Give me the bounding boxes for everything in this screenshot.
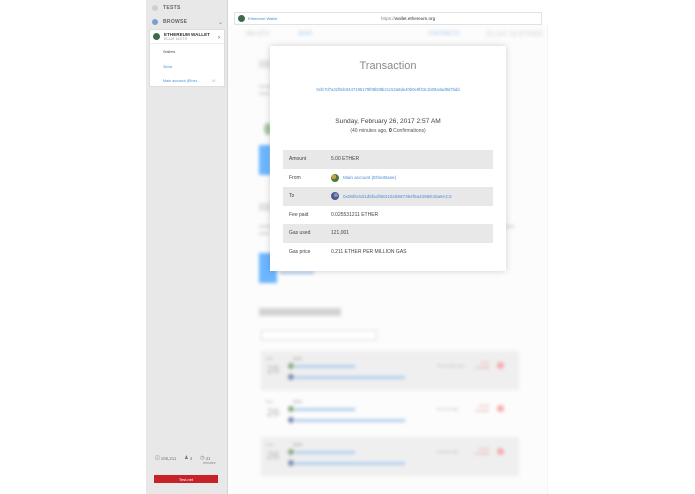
tests-label: TESTS [163, 5, 181, 11]
table-row-fee: Fee paid 0.025531211 ETHER [283, 206, 493, 225]
gas-price-label: Gas price [289, 248, 311, 255]
gas-used-label: Gas used [289, 230, 311, 237]
transaction-modal: Transaction 0xfc7d7a31f9dc9447195179f08b… [270, 46, 506, 271]
stat-peers: ◫ 106,211 [155, 455, 177, 461]
sidebar-item-wallets[interactable]: Wallets [163, 50, 175, 54]
wallet-tab-icon [238, 15, 245, 22]
modal-title: Transaction [359, 60, 417, 72]
gas-price-value: 0.211 ETHER PER MILLION GAS [331, 248, 407, 255]
gas-used-value: 121,001 [331, 230, 350, 237]
to-address-link[interactable]: 0x06f5c531d5fa1f6841026867394f5a4286E40a… [331, 192, 452, 201]
to-label: To [289, 193, 295, 200]
table-row-gas-used: Gas used 121,001 [283, 224, 493, 243]
chevron-down-icon[interactable]: ⌄ [218, 19, 223, 26]
chevron-right-icon[interactable]: › [218, 35, 220, 41]
from-identicon [331, 173, 339, 182]
browse-label: BROWSE [163, 19, 188, 25]
divider [150, 43, 224, 44]
transaction-date: Sunday, February 26, 2017 2:57 AM [335, 118, 441, 125]
transaction-details-table: Amount 5.00 ETHER From Main account (Eth… [283, 150, 493, 261]
wallet-subtitle: ECLAT 16 ETH [164, 37, 188, 41]
wallet-identicon [153, 33, 160, 40]
layers-icon: ◫ [155, 455, 160, 461]
account-badge: M... [212, 79, 218, 83]
stat-blocks: ♟ 4 [184, 455, 193, 461]
sidebar-browse[interactable]: BROWSE [152, 19, 187, 25]
sidebar-item-main-account[interactable]: Main account (Ether... [163, 79, 200, 83]
transaction-hash-link[interactable]: 0xfc7d7a31f9dc9447195179f08b08b21c52a8de… [270, 87, 506, 92]
sidebar-tests[interactable]: TESTS [152, 5, 181, 11]
wallet-tab[interactable]: ETHEREUM WALLET ECLAT 16 ETH › Wallets S… [149, 29, 225, 87]
tests-icon [152, 5, 158, 11]
amount-value: 5.00 ETHER [331, 156, 360, 163]
transaction-confirmations: (40 minutes ago, 0 Confirmations) [350, 128, 426, 134]
table-row-gas-price: Gas price 0.211 ETHER PER MILLION GAS [283, 243, 493, 262]
from-account-link[interactable]: Main account (EtherBase) [331, 173, 396, 182]
url-text[interactable]: https://wallet.ethereum.org [381, 16, 435, 21]
browser-tab[interactable]: Ethereum Wallet [238, 15, 277, 22]
browse-icon [152, 19, 158, 25]
stat-time-unit: minutes [203, 461, 216, 465]
sidebar-item-send[interactable]: Send [163, 65, 172, 69]
from-label: From [289, 174, 301, 181]
fee-value: 0.025531211 ETHER [331, 211, 379, 218]
fee-label: Fee paid [289, 211, 309, 218]
amount-label: Amount [289, 156, 307, 163]
url-bar[interactable]: Ethereum Wallet https://wallet.ethereum.… [234, 12, 542, 25]
browser-tab-label: Ethereum Wallet [248, 16, 278, 21]
table-row-amount: Amount 5.00 ETHER [283, 150, 493, 169]
table-row-from: From Main account (EtherBase) [283, 169, 493, 188]
table-row-to: To 0x06f5c531d5fa1f6841026867394f5a4286E… [283, 187, 493, 206]
sidebar: TESTS BROWSE ⌄ ETHEREUM WALLET ECLAT 16 … [146, 0, 228, 494]
wallet-tab-header: ETHEREUM WALLET ECLAT 16 ETH [153, 32, 210, 41]
to-identicon [331, 192, 339, 201]
testnet-badge: Test-net [154, 475, 218, 483]
users-icon: ♟ [184, 455, 189, 461]
